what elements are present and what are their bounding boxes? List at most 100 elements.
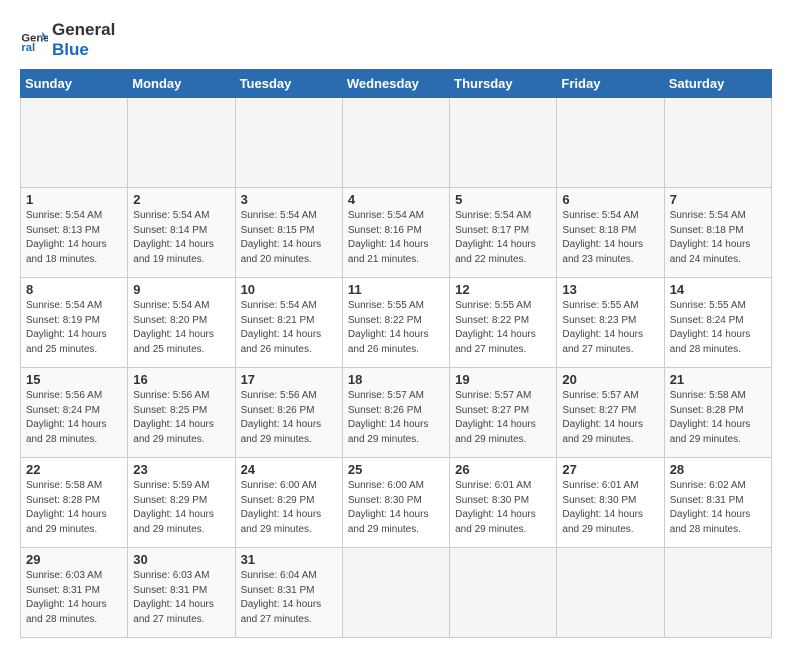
sunset-label: Sunset: 8:22 PM	[348, 315, 422, 326]
day-number: 4	[348, 192, 444, 207]
day-info: Sunrise: 6:03 AM Sunset: 8:31 PM Dayligh…	[133, 569, 229, 627]
daylight-label: Daylight: 14 hours and 27 minutes.	[455, 329, 536, 355]
daylight-label: Daylight: 14 hours and 29 minutes.	[562, 419, 643, 445]
sunset-label: Sunset: 8:30 PM	[455, 495, 529, 506]
calendar-cell: 28 Sunrise: 6:02 AM Sunset: 8:31 PM Dayl…	[664, 458, 771, 548]
header-sunday: Sunday	[21, 70, 128, 98]
day-info: Sunrise: 5:55 AM Sunset: 8:22 PM Dayligh…	[455, 299, 551, 357]
day-number: 31	[241, 552, 337, 567]
day-number: 6	[562, 192, 658, 207]
calendar-header-row: SundayMondayTuesdayWednesdayThursdayFrid…	[21, 70, 772, 98]
header-wednesday: Wednesday	[342, 70, 449, 98]
calendar-cell: 18 Sunrise: 5:57 AM Sunset: 8:26 PM Dayl…	[342, 368, 449, 458]
daylight-label: Daylight: 14 hours and 24 minutes.	[670, 239, 751, 265]
sunset-label: Sunset: 8:15 PM	[241, 225, 315, 236]
sunset-label: Sunset: 8:23 PM	[562, 315, 636, 326]
calendar-cell	[128, 98, 235, 188]
day-number: 13	[562, 282, 658, 297]
calendar-cell: 12 Sunrise: 5:55 AM Sunset: 8:22 PM Dayl…	[450, 278, 557, 368]
day-info: Sunrise: 5:56 AM Sunset: 8:25 PM Dayligh…	[133, 389, 229, 447]
calendar-table: SundayMondayTuesdayWednesdayThursdayFrid…	[20, 69, 772, 638]
calendar-week-3: 15 Sunrise: 5:56 AM Sunset: 8:24 PM Dayl…	[21, 368, 772, 458]
sunset-label: Sunset: 8:26 PM	[241, 405, 315, 416]
sunrise-label: Sunrise: 5:54 AM	[348, 210, 424, 221]
daylight-label: Daylight: 14 hours and 21 minutes.	[348, 239, 429, 265]
daylight-label: Daylight: 14 hours and 18 minutes.	[26, 239, 107, 265]
day-info: Sunrise: 5:56 AM Sunset: 8:24 PM Dayligh…	[26, 389, 122, 447]
day-number: 17	[241, 372, 337, 387]
header-tuesday: Tuesday	[235, 70, 342, 98]
calendar-cell	[21, 98, 128, 188]
sunset-label: Sunset: 8:22 PM	[455, 315, 529, 326]
sunrise-label: Sunrise: 5:54 AM	[26, 210, 102, 221]
daylight-label: Daylight: 14 hours and 22 minutes.	[455, 239, 536, 265]
calendar-week-2: 8 Sunrise: 5:54 AM Sunset: 8:19 PM Dayli…	[21, 278, 772, 368]
day-info: Sunrise: 5:54 AM Sunset: 8:14 PM Dayligh…	[133, 209, 229, 267]
calendar-cell: 20 Sunrise: 5:57 AM Sunset: 8:27 PM Dayl…	[557, 368, 664, 458]
calendar-cell	[342, 98, 449, 188]
sunrise-label: Sunrise: 6:03 AM	[133, 570, 209, 581]
day-number: 10	[241, 282, 337, 297]
daylight-label: Daylight: 14 hours and 29 minutes.	[348, 509, 429, 535]
sunset-label: Sunset: 8:31 PM	[241, 585, 315, 596]
day-number: 27	[562, 462, 658, 477]
calendar-week-1: 1 Sunrise: 5:54 AM Sunset: 8:13 PM Dayli…	[21, 188, 772, 278]
calendar-cell: 30 Sunrise: 6:03 AM Sunset: 8:31 PM Dayl…	[128, 548, 235, 638]
sunset-label: Sunset: 8:30 PM	[348, 495, 422, 506]
day-number: 22	[26, 462, 122, 477]
sunrise-label: Sunrise: 5:54 AM	[241, 300, 317, 311]
day-number: 23	[133, 462, 229, 477]
logo-line1: General	[52, 20, 115, 40]
daylight-label: Daylight: 14 hours and 26 minutes.	[348, 329, 429, 355]
sunrise-label: Sunrise: 6:01 AM	[455, 480, 531, 491]
day-number: 16	[133, 372, 229, 387]
header-monday: Monday	[128, 70, 235, 98]
calendar-cell: 9 Sunrise: 5:54 AM Sunset: 8:20 PM Dayli…	[128, 278, 235, 368]
sunset-label: Sunset: 8:29 PM	[133, 495, 207, 506]
sunrise-label: Sunrise: 5:54 AM	[133, 300, 209, 311]
daylight-label: Daylight: 14 hours and 25 minutes.	[26, 329, 107, 355]
day-info: Sunrise: 5:54 AM Sunset: 8:19 PM Dayligh…	[26, 299, 122, 357]
day-number: 9	[133, 282, 229, 297]
sunrise-label: Sunrise: 5:57 AM	[562, 390, 638, 401]
day-number: 8	[26, 282, 122, 297]
sunrise-label: Sunrise: 6:02 AM	[670, 480, 746, 491]
calendar-cell: 7 Sunrise: 5:54 AM Sunset: 8:18 PM Dayli…	[664, 188, 771, 278]
calendar-cell	[342, 548, 449, 638]
page-header: Gene ral General Blue	[20, 20, 772, 59]
calendar-cell: 10 Sunrise: 5:54 AM Sunset: 8:21 PM Dayl…	[235, 278, 342, 368]
day-info: Sunrise: 5:54 AM Sunset: 8:18 PM Dayligh…	[562, 209, 658, 267]
day-number: 20	[562, 372, 658, 387]
calendar-cell	[557, 548, 664, 638]
sunrise-label: Sunrise: 5:57 AM	[455, 390, 531, 401]
sunrise-label: Sunrise: 5:54 AM	[26, 300, 102, 311]
day-info: Sunrise: 6:01 AM Sunset: 8:30 PM Dayligh…	[455, 479, 551, 537]
daylight-label: Daylight: 14 hours and 28 minutes.	[670, 329, 751, 355]
calendar-cell	[450, 548, 557, 638]
sunset-label: Sunset: 8:26 PM	[348, 405, 422, 416]
daylight-label: Daylight: 14 hours and 26 minutes.	[241, 329, 322, 355]
day-info: Sunrise: 5:54 AM Sunset: 8:18 PM Dayligh…	[670, 209, 766, 267]
day-info: Sunrise: 5:57 AM Sunset: 8:27 PM Dayligh…	[455, 389, 551, 447]
calendar-cell	[450, 98, 557, 188]
calendar-cell: 2 Sunrise: 5:54 AM Sunset: 8:14 PM Dayli…	[128, 188, 235, 278]
daylight-label: Daylight: 14 hours and 29 minutes.	[133, 509, 214, 535]
sunset-label: Sunset: 8:31 PM	[26, 585, 100, 596]
daylight-label: Daylight: 14 hours and 29 minutes.	[241, 509, 322, 535]
calendar-cell: 23 Sunrise: 5:59 AM Sunset: 8:29 PM Dayl…	[128, 458, 235, 548]
day-info: Sunrise: 5:57 AM Sunset: 8:26 PM Dayligh…	[348, 389, 444, 447]
calendar-cell: 24 Sunrise: 6:00 AM Sunset: 8:29 PM Dayl…	[235, 458, 342, 548]
day-info: Sunrise: 5:54 AM Sunset: 8:20 PM Dayligh…	[133, 299, 229, 357]
sunrise-label: Sunrise: 5:57 AM	[348, 390, 424, 401]
sunrise-label: Sunrise: 5:55 AM	[455, 300, 531, 311]
sunset-label: Sunset: 8:18 PM	[562, 225, 636, 236]
day-info: Sunrise: 6:00 AM Sunset: 8:30 PM Dayligh…	[348, 479, 444, 537]
logo-icon: Gene ral	[20, 26, 48, 54]
sunset-label: Sunset: 8:27 PM	[455, 405, 529, 416]
header-thursday: Thursday	[450, 70, 557, 98]
day-number: 1	[26, 192, 122, 207]
sunrise-label: Sunrise: 5:55 AM	[562, 300, 638, 311]
calendar-cell	[664, 548, 771, 638]
calendar-cell: 26 Sunrise: 6:01 AM Sunset: 8:30 PM Dayl…	[450, 458, 557, 548]
svg-text:ral: ral	[21, 42, 35, 54]
